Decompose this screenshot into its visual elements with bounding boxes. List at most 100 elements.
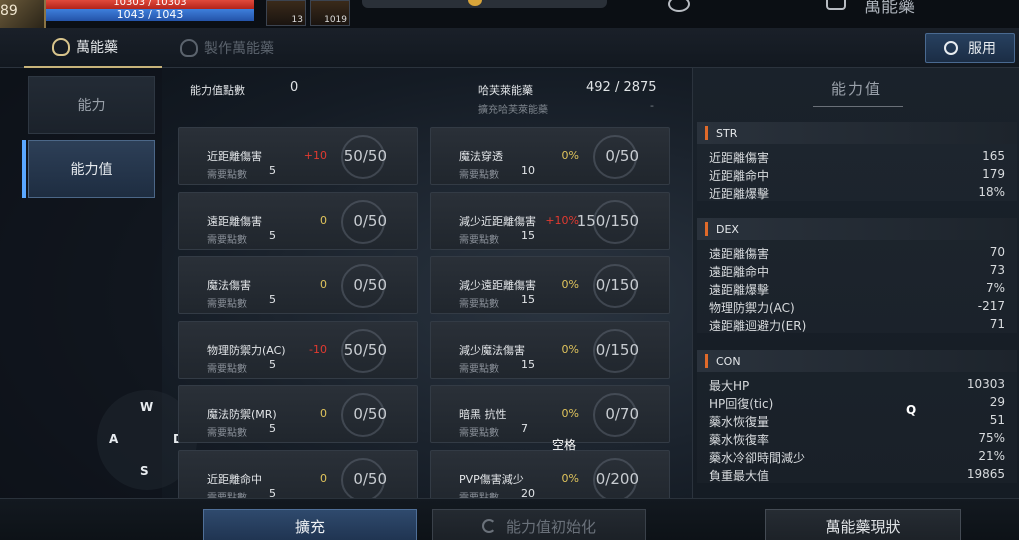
hp-text: 10303 / 10303 — [113, 0, 187, 8]
cost-label: 需要點數 — [207, 170, 247, 181]
points-label: 能力值點數 — [190, 84, 245, 97]
bottom-bar: 擴充 能力值初始化 萬能藥現狀 — [0, 498, 1019, 540]
cost-value: 5 — [269, 229, 276, 242]
stat-name: 減少遠距離傷害 — [459, 279, 536, 292]
stat-row-name: HP回復(tic) — [709, 397, 774, 411]
title-divider — [813, 106, 903, 107]
top-hud: 89 10303 / 10303 1043 / 1043 13 1019 萬能藥 — [0, 0, 1019, 28]
stat-card[interactable]: 物理防禦力(AC) 需要點數 5 -10 50/50 — [178, 321, 418, 379]
stat-row-name: 藥水冷卻時間減少 — [709, 451, 806, 465]
stat-bonus: 0 — [320, 472, 327, 485]
stat-bonus: -10 — [309, 343, 327, 356]
stat-level: 0/50 — [353, 276, 387, 294]
stat-name: 近距離命中 — [207, 473, 262, 486]
stat-card[interactable]: 減少遠距離傷害 需要點數 15 0% 0/150 — [430, 256, 670, 314]
potion-flask-icon — [52, 38, 70, 56]
section-header: DEX — [697, 218, 1017, 240]
active-indicator — [22, 140, 26, 198]
stat-bonus: 0% — [561, 343, 579, 356]
cost-value: 10 — [521, 164, 535, 177]
expand-count-label: 擴充哈芙萊能藥 — [478, 105, 548, 116]
refresh-icon — [481, 519, 496, 533]
section-header: STR — [697, 122, 1017, 144]
cost-label: 需要點數 — [459, 364, 499, 375]
stat-row-value: 165 — [982, 149, 1005, 163]
section-title: STR — [716, 126, 738, 140]
quick-slot-item[interactable]: 1019 — [310, 0, 350, 26]
stat-card[interactable]: 魔法防禦(MR) 需要點數 5 0 0/50 — [178, 385, 418, 443]
expand-button[interactable]: 擴充 — [203, 509, 417, 540]
cost-value: 15 — [521, 358, 535, 371]
window-title: 萬能藥 — [864, 0, 915, 17]
stat-level: 50/50 — [343, 341, 387, 359]
stat-level: 50/50 — [343, 147, 387, 165]
stat-row: 近距離傷害 165 — [697, 147, 1017, 165]
clock-icon — [668, 0, 690, 12]
stat-section: STR 近距離傷害 165 近距離命中 179 近距離爆擊 18% — [697, 122, 1017, 201]
stat-card[interactable]: 遠距離傷害 需要點數 5 0 0/50 — [178, 192, 418, 250]
tab-craft-potion[interactable]: 製作萬能藥 — [176, 28, 326, 68]
stat-name: 魔法穿透 — [459, 150, 503, 163]
potion-count-label: 哈芙萊能藥 — [478, 84, 533, 97]
stat-row-name: 藥水恢復量 — [709, 415, 770, 429]
stat-name: 魔法防禦(MR) — [207, 408, 277, 421]
stat-row-name: 近距離爆擊 — [709, 187, 770, 201]
stat-bonus: 0 — [320, 214, 327, 227]
section-marker — [705, 222, 708, 236]
stat-row-name: 近距離命中 — [709, 169, 770, 183]
stat-bonus: 0% — [561, 407, 579, 420]
stat-card[interactable]: 魔法穿透 需要點數 10 0% 0/50 — [430, 127, 670, 185]
tab-label: 萬能藥 — [76, 40, 118, 56]
stat-row: 近距離爆擊 18% — [697, 183, 1017, 201]
stat-name: 物理防禦力(AC) — [207, 344, 286, 357]
stat-row-value: 73 — [989, 263, 1005, 277]
quick-slot-count: 13 — [291, 15, 303, 25]
stat-name: 遠距離傷害 — [207, 215, 262, 228]
section-marker — [705, 126, 708, 140]
stat-row: 遠距離爆擊 7% — [697, 279, 1017, 297]
stat-row-name: 遠距離爆擊 — [709, 283, 770, 297]
sidebar-item-stats[interactable]: 能力值 — [28, 140, 155, 198]
potion-status-button[interactable]: 萬能藥現狀 — [765, 509, 961, 540]
stat-row-value: 70 — [989, 245, 1005, 259]
use-button-label: 服用 — [968, 41, 996, 57]
stat-bonus: 0 — [320, 278, 327, 291]
character-portrait[interactable]: 89 — [0, 0, 46, 28]
section-body: 最大HP 10303 HP回復(tic) 29 藥水恢復量 51 藥水恢復率 75% 藥水冷卻時… — [697, 372, 1017, 483]
potion-count-value: 492 / 2875 — [586, 80, 657, 95]
expand-button-label: 擴充 — [294, 517, 325, 536]
stat-row-name: 負重最大值 — [709, 469, 770, 483]
stat-card[interactable]: 減少魔法傷害 需要點數 15 0% 0/150 — [430, 321, 670, 379]
cost-label: 需要點數 — [459, 170, 499, 181]
stats-panel-title: 能力值 — [830, 80, 882, 98]
stat-row: 近距離命中 179 — [697, 165, 1017, 183]
potion-icon — [826, 0, 846, 10]
flask-icon — [944, 41, 958, 55]
stat-bonus: +10 — [303, 149, 327, 162]
stat-row-value: 51 — [989, 413, 1005, 427]
stat-row-value: 18% — [978, 185, 1005, 199]
stat-card[interactable]: 減少近距離傷害 需要點數 15 +10% 150/150 — [430, 192, 670, 250]
reset-stats-button[interactable]: 能力值初始化 — [432, 509, 646, 540]
stat-card[interactable]: 暗黑 抗性 需要點數 7 0% 0/70 — [430, 385, 670, 443]
quick-slot-potion[interactable]: 13 — [266, 0, 306, 26]
stat-name: 魔法傷害 — [207, 279, 251, 292]
stat-level: 150/150 — [576, 212, 639, 230]
stat-level: 0/50 — [353, 470, 387, 488]
stat-level: 0/150 — [595, 341, 639, 359]
stat-row-value: 29 — [989, 395, 1005, 409]
tab-bar: 萬能藥 製作萬能藥 服用 — [0, 28, 1019, 68]
sidebar-item-ability[interactable]: 能力 — [28, 76, 155, 134]
level-number: 89 — [0, 3, 18, 19]
currency-bar — [362, 0, 607, 8]
section-body: 近距離傷害 165 近距離命中 179 近距離爆擊 18% — [697, 144, 1017, 201]
stat-card[interactable]: 魔法傷害 需要點數 5 0 0/50 — [178, 256, 418, 314]
stat-card[interactable]: 近距離傷害 需要點數 5 +10 50/50 — [178, 127, 418, 185]
sidebar-item-label: 能力 — [77, 98, 106, 114]
tab-potion[interactable]: 萬能藥 — [24, 28, 162, 68]
use-potion-button[interactable]: 服用 — [925, 33, 1015, 63]
stat-row: 負重最大值 19865 — [697, 465, 1017, 483]
key-a-label: A — [109, 432, 119, 446]
stat-bonus: 0% — [561, 472, 579, 485]
status-button-label: 萬能藥現狀 — [825, 517, 901, 536]
